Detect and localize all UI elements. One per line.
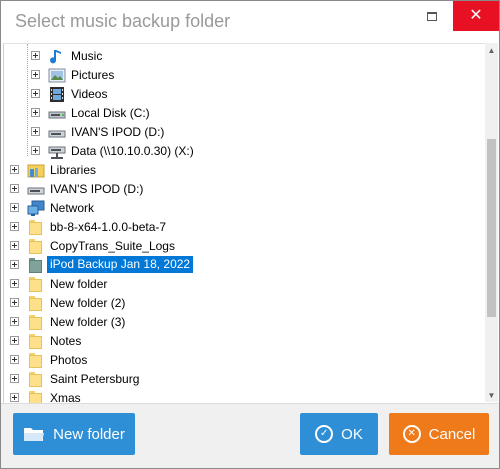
cancel-button[interactable]: ✕ Cancel xyxy=(389,413,489,455)
tree-item-ipod-drive[interactable]: IVAN'S IPOD (D:) xyxy=(4,123,484,142)
expand-icon[interactable] xyxy=(31,89,40,98)
expand-icon[interactable] xyxy=(10,279,19,288)
cancel-icon: ✕ xyxy=(402,425,421,443)
tree-item-network[interactable]: Network xyxy=(4,199,484,218)
folder-icon xyxy=(27,333,45,350)
maximize-icon xyxy=(427,11,437,21)
folder-tree[interactable]: Music Pictures Videos Local Disk (C:) IV… xyxy=(3,43,486,403)
tree-item-label-selected: iPod Backup Jan 18, 2022 xyxy=(47,256,194,273)
tree-item-label: Libraries xyxy=(50,163,97,177)
folder-icon xyxy=(27,276,45,293)
tree-item-folder[interactable]: Notes xyxy=(4,332,484,351)
tree-item-videos[interactable]: Videos xyxy=(4,85,484,104)
music-note-icon xyxy=(50,50,61,64)
tree-item-label: Notes xyxy=(50,334,82,348)
expand-icon[interactable] xyxy=(10,374,19,383)
tree-item-label: bb-8-x64-1.0.0-beta-7 xyxy=(50,220,167,234)
expand-icon[interactable] xyxy=(31,108,40,117)
folder-icon xyxy=(27,352,45,369)
expand-icon[interactable] xyxy=(31,51,40,60)
tree-item-label: New folder xyxy=(50,277,108,291)
button-bar: New folder ✓ OK ✕ Cancel xyxy=(1,403,499,468)
tree-item-label: Network xyxy=(50,201,95,215)
network-icon xyxy=(27,200,45,216)
tree-item-label: Xmas xyxy=(50,391,81,403)
tree-item-label: IVAN'S IPOD (D:) xyxy=(50,182,144,196)
new-folder-label: New folder xyxy=(53,425,125,443)
tree-item-ipod-drive-top[interactable]: IVAN'S IPOD (D:) xyxy=(4,180,484,199)
expand-icon[interactable] xyxy=(31,146,40,155)
close-icon: ✕ xyxy=(469,7,483,24)
tree-item-pictures[interactable]: Pictures xyxy=(4,66,484,85)
tree-item-libraries[interactable]: Libraries xyxy=(4,161,484,180)
folder-icon xyxy=(24,428,45,441)
expand-icon[interactable] xyxy=(10,355,19,364)
folder-icon xyxy=(27,257,45,274)
tree-item-label: Music xyxy=(71,49,103,63)
check-icon: ✓ xyxy=(315,425,334,443)
expand-icon[interactable] xyxy=(10,241,19,250)
expand-icon[interactable] xyxy=(10,222,19,231)
expand-icon[interactable] xyxy=(10,336,19,345)
tree-item-folder[interactable]: Saint Petersburg xyxy=(4,370,484,389)
expand-icon[interactable] xyxy=(10,260,19,269)
expand-icon[interactable] xyxy=(10,184,19,193)
pictures-icon xyxy=(48,68,66,83)
maximize-button[interactable] xyxy=(409,1,455,31)
scroll-down-icon[interactable]: ▼ xyxy=(485,388,498,402)
disk-icon xyxy=(48,111,66,119)
folder-icon xyxy=(27,238,45,255)
tree-item-label: CopyTrans_Suite_Logs xyxy=(50,239,175,253)
tree-item-folder[interactable]: bb-8-x64-1.0.0-beta-7 xyxy=(4,218,484,237)
tree-item-folder[interactable]: CopyTrans_Suite_Logs xyxy=(4,237,484,256)
expand-icon[interactable] xyxy=(10,393,19,402)
tree-item-data-network-drive[interactable]: Data (\\10.10.0.30) (X:) xyxy=(4,142,484,161)
tree-item-label: New folder (2) xyxy=(50,296,126,310)
tree-item-label: Videos xyxy=(71,87,108,101)
scroll-thumb[interactable] xyxy=(487,139,496,317)
folder-icon xyxy=(27,219,45,236)
expand-icon[interactable] xyxy=(10,165,19,174)
new-folder-button[interactable]: New folder xyxy=(13,413,135,455)
title-bar: Select music backup folder ✕ xyxy=(1,1,499,43)
network-drive-icon xyxy=(48,146,66,159)
cancel-label: Cancel xyxy=(428,425,476,443)
expand-icon[interactable] xyxy=(31,127,40,136)
tree-item-local-disk[interactable]: Local Disk (C:) xyxy=(4,104,484,123)
vertical-scrollbar[interactable]: ▲ ▼ xyxy=(485,43,498,402)
folder-icon xyxy=(27,390,45,403)
ok-button[interactable]: ✓ OK xyxy=(300,413,378,455)
film-icon xyxy=(50,87,64,102)
tree-item-folder[interactable]: New folder (3) xyxy=(4,313,484,332)
expand-icon[interactable] xyxy=(10,203,19,212)
tree-item-folder-selected[interactable]: iPod Backup Jan 18, 2022 xyxy=(4,256,484,275)
tree-item-label: New folder (3) xyxy=(50,315,126,329)
tree-item-label: Data (\\10.10.0.30) (X:) xyxy=(71,144,194,158)
dialog-window: Select music backup folder ✕ Music Pictu… xyxy=(0,0,500,469)
dialog-title: Select music backup folder xyxy=(15,11,231,31)
tree-item-label: Saint Petersburg xyxy=(50,372,140,386)
tree-item-folder[interactable]: New folder xyxy=(4,275,484,294)
folder-icon xyxy=(27,371,45,388)
libraries-icon xyxy=(27,164,45,178)
scroll-up-icon[interactable]: ▲ xyxy=(485,43,498,57)
expand-icon[interactable] xyxy=(10,298,19,307)
tree-item-label: IVAN'S IPOD (D:) xyxy=(71,125,165,139)
tree-item-folder[interactable]: New folder (2) xyxy=(4,294,484,313)
drive-icon xyxy=(27,187,45,195)
expand-icon[interactable] xyxy=(10,317,19,326)
folder-icon xyxy=(27,314,45,331)
tree-item-folder[interactable]: Xmas xyxy=(4,389,484,403)
ok-label: OK xyxy=(341,425,363,443)
drive-icon xyxy=(48,130,66,138)
tree-item-label: Local Disk (C:) xyxy=(71,106,150,120)
folder-icon xyxy=(27,295,45,312)
expand-icon[interactable] xyxy=(31,70,40,79)
tree-item-label: Photos xyxy=(50,353,88,367)
close-button[interactable]: ✕ xyxy=(453,1,499,31)
tree-item-music[interactable]: Music xyxy=(4,47,484,66)
tree-item-folder[interactable]: Photos xyxy=(4,351,484,370)
tree-item-label: Pictures xyxy=(71,68,115,82)
